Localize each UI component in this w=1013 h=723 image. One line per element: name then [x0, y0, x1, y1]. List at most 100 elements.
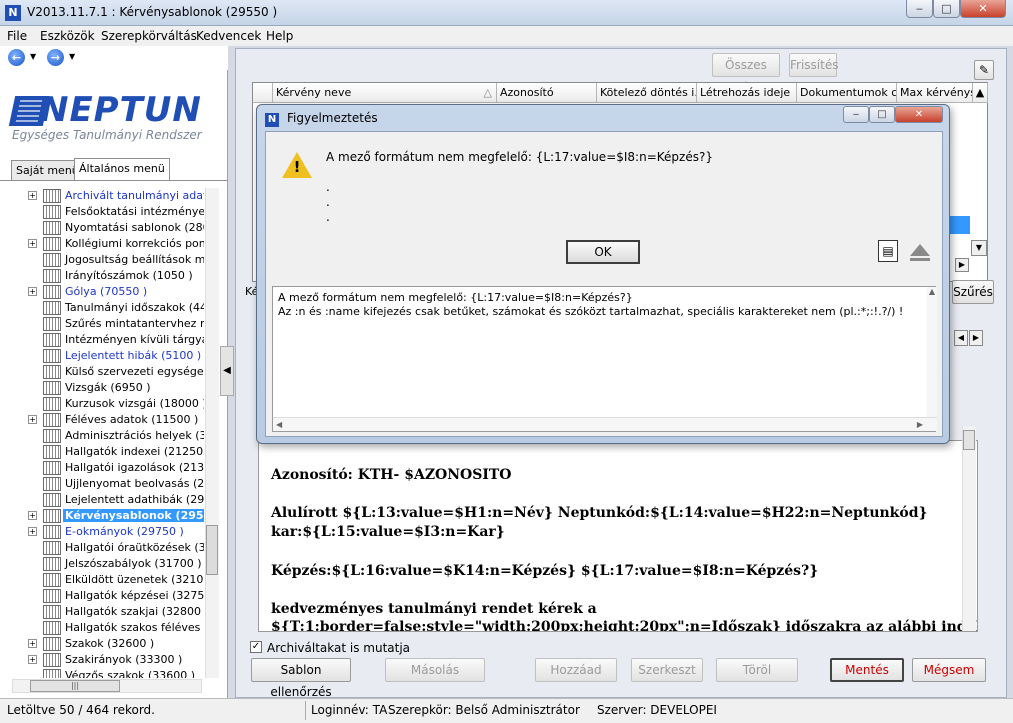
tree-item[interactable]: Tanulmányi időszakok (4450 — [26, 300, 204, 316]
tree-expand-icon[interactable]: + — [28, 527, 37, 536]
dialog-minimize-button[interactable]: ‒ — [843, 106, 869, 123]
tree-item[interactable]: Jelszószabályok (31700 ) — [26, 556, 204, 572]
filter-button[interactable]: Szűrés — [952, 280, 994, 304]
details-vertical-scrollbar[interactable]: ▲ — [927, 287, 937, 417]
minimize-button[interactable]: ‒ — [906, 0, 933, 18]
all-data-button[interactable]: Összes adat — [712, 53, 780, 94]
tab-scroll-right-icon[interactable]: ▶ — [969, 330, 983, 346]
tree-item-label: Jogosultság beállítások megte — [65, 253, 204, 266]
menu-tree-scroll-thumb[interactable] — [206, 525, 218, 575]
grid-scroll-up-icon[interactable]: ▲ — [973, 83, 988, 103]
menu-help[interactable]: Help — [266, 29, 293, 43]
maximize-button[interactable]: □ — [933, 0, 960, 18]
tree-item[interactable]: + Kollégiumi korrekciós pontok ( — [26, 236, 204, 252]
tree-item[interactable]: + Archivált tanulmányi adatok (2 — [26, 188, 204, 204]
copy-to-clipboard-icon[interactable]: ▤ — [878, 240, 898, 262]
forward-arrow-icon[interactable]: → — [47, 49, 64, 66]
column-header-documents[interactable]: Dokumentumok c... — [797, 83, 897, 103]
dialog-close-button[interactable]: ✕ — [895, 106, 943, 123]
save-button[interactable]: Mentés — [830, 658, 904, 682]
tree-item[interactable]: Hallgatók szakos féléves ada — [26, 620, 204, 636]
copy-button[interactable]: Másolás — [385, 658, 485, 682]
tree-item[interactable]: Hallgatói igazolások (21300 ) — [26, 460, 204, 476]
tree-item-label: Ujjlenyomat beolvasás (29300 — [65, 477, 204, 490]
menu-tree-vertical-scrollbar[interactable] — [205, 188, 219, 678]
film-strip-icon — [43, 637, 61, 651]
dialog-maximize-button[interactable]: □ — [869, 106, 895, 123]
tree-item[interactable]: Felsőoktatási intézmények list — [26, 204, 204, 220]
check-template-button[interactable]: Sablon ellenőrzés — [251, 658, 351, 699]
menu-file[interactable]: File — [7, 29, 27, 43]
film-strip-icon — [43, 621, 61, 635]
tree-item[interactable]: Hallgatók indexei (21250 ) — [26, 444, 204, 460]
collapse-details-icon[interactable] — [910, 244, 930, 256]
grid-scroll-right-icon[interactable]: ▶ — [955, 258, 969, 272]
column-header-created[interactable]: Létrehozás ideje — [697, 83, 797, 103]
tree-item[interactable]: Elküldött üzenetek (32100 ) — [26, 572, 204, 588]
tab-own-menu[interactable]: Saját menü — [11, 160, 84, 180]
archive-checkbox[interactable]: ✓ — [250, 641, 262, 653]
user-role: Szerepkör: Belső Adminisztrátor — [388, 703, 580, 717]
menu-favorites[interactable]: Kedvencek — [196, 29, 261, 43]
tree-item[interactable]: Vizsgák (6950 ) — [26, 380, 204, 396]
tree-expand-icon[interactable]: + — [28, 239, 37, 248]
film-strip-icon — [43, 493, 61, 507]
tree-item[interactable]: + E-okmányok (29750 ) — [26, 524, 204, 540]
close-button[interactable]: ✕ — [960, 0, 1006, 18]
tree-item[interactable]: Intézményen kívüli tárgyak (4 — [26, 332, 204, 348]
collapse-panel-icon[interactable]: ◀ — [220, 346, 234, 396]
template-editor[interactable]: Azonosító: KTH- $AZONOSITO Alulírott ${L… — [258, 440, 978, 632]
refresh-button[interactable]: Frissítés — [789, 53, 838, 77]
tree-item[interactable]: + Gólya (70550 ) — [26, 284, 204, 300]
tree-item[interactable]: Külső szervezeti egységek (6 — [26, 364, 204, 380]
cancel-button[interactable]: Mégsem — [912, 658, 986, 682]
column-header-request-name[interactable]: Kérvény neve △ — [273, 83, 497, 103]
tree-item[interactable]: + Kérvénysablonok (29550 — [26, 508, 204, 524]
column-header-max-requests[interactable]: Max kérvénysz — [897, 83, 973, 103]
delete-button[interactable]: Töröl — [716, 658, 798, 682]
tree-item[interactable]: Végzős szakok (33600 ) — [26, 668, 204, 678]
dialog-details-box[interactable]: A mező formátum nem megfelelő: {L:17:val… — [272, 286, 937, 432]
menu-role-switch[interactable]: Szerepkörváltás — [101, 29, 197, 43]
tree-item[interactable]: + Szakok (32600 ) — [26, 636, 204, 652]
tree-item[interactable]: Szűrés mintatantervhez rende — [26, 316, 204, 332]
back-history-dropdown-icon[interactable]: ▼ — [30, 52, 36, 61]
tree-expand-icon[interactable]: + — [28, 511, 37, 520]
tab-general-menu[interactable]: Általános menü — [74, 158, 170, 180]
column-header-id[interactable]: Azonosító — [497, 83, 597, 103]
tree-expand-icon[interactable]: + — [28, 191, 37, 200]
tree-item[interactable]: Hallgatói óraütközések (3010 — [26, 540, 204, 556]
tab-scroll-left-icon[interactable]: ◀ — [954, 330, 968, 346]
edit-button[interactable]: Szerkeszt — [631, 658, 703, 682]
tree-item[interactable]: + Féléves adatok (11500 ) — [26, 412, 204, 428]
editor-vertical-scrollbar[interactable] — [962, 426, 976, 631]
tree-expand-icon[interactable]: + — [28, 655, 37, 664]
tree-item[interactable]: Hallgatók szakjai (32800 ) — [26, 604, 204, 620]
tree-item[interactable]: Lejelentett adathibák (29450 — [26, 492, 204, 508]
add-button[interactable]: Hozzáad — [535, 658, 617, 682]
pin-icon[interactable]: ✎ — [974, 60, 994, 80]
window-title: V2013.11.7.1 : Kérvénysablonok (29550 ) — [27, 5, 278, 19]
tree-expand-icon[interactable]: + — [28, 639, 37, 648]
details-horizontal-scrollbar[interactable]: ◀ ▶ — [273, 417, 937, 431]
back-arrow-icon[interactable]: ← — [8, 49, 25, 66]
ok-button[interactable]: OK — [566, 240, 640, 264]
editor-scroll-thumb[interactable] — [963, 430, 975, 450]
tree-item[interactable]: Ujjlenyomat beolvasás (29300 — [26, 476, 204, 492]
tree-item[interactable]: Jogosultság beállítások megte — [26, 252, 204, 268]
tree-item[interactable]: Nyomtatási sablonok (280000 — [26, 220, 204, 236]
menu-tree-hscroll-thumb[interactable]: ||| — [30, 680, 120, 692]
tree-item[interactable]: Irányítószámok (1050 ) — [26, 268, 204, 284]
menu-tools[interactable]: Eszközök — [40, 29, 95, 43]
column-header-mandatory-decision[interactable]: Kötelező döntés i... — [597, 83, 697, 103]
forward-history-dropdown-icon[interactable]: ▼ — [69, 52, 75, 61]
tree-item[interactable]: Kurzusok vizsgái (18000 ) — [26, 396, 204, 412]
tree-expand-icon[interactable]: + — [28, 287, 37, 296]
tree-item[interactable]: Adminisztrációs helyek (3600 — [26, 428, 204, 444]
grid-scroll-down-icon[interactable]: ▼ — [971, 240, 987, 256]
tree-item[interactable]: Lejelentett hibák (5100 ) — [26, 348, 204, 364]
tree-item[interactable]: Hallgatók képzései (32750 ) — [26, 588, 204, 604]
tree-item[interactable]: + Szakirányok (33300 ) — [26, 652, 204, 668]
tree-expand-icon[interactable]: + — [28, 415, 37, 424]
status-separator — [305, 701, 306, 720]
